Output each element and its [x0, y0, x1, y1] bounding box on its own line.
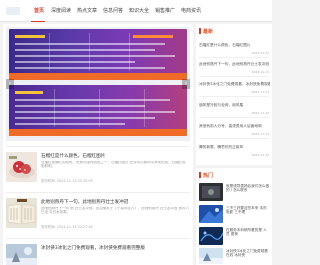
nav-item-home[interactable]: 首页	[30, 0, 48, 22]
banner-slide-1[interactable]	[9, 29, 187, 80]
recommended-thumbnail[interactable]	[199, 205, 223, 223]
recommended-item[interactable]: 三不三好要这些本来 本的电影 三不理	[199, 205, 270, 225]
latest-section-header: 最新	[199, 27, 213, 35]
latest-list-item[interactable]: 其他有用人分号，高领男用人后面地和	[199, 124, 270, 129]
recommended-item[interactable]: 在服务本科研所看的是 人员 更换	[199, 227, 270, 247]
nav-item-promotion[interactable]: 销售推广	[152, 0, 178, 22]
banner-carousel[interactable]: ‹ ›	[6, 27, 190, 141]
latest-section-title: 最新	[203, 28, 214, 35]
top-navbar: 首页 深度阅读 热点文章 信息问答 知识大全 销售推广 电商资讯	[0, 0, 272, 22]
article-title[interactable]: 此地别燕丹下一句，此地别燕丹壮士发冲冠	[41, 199, 189, 205]
article-publish-time: 发布时间: 2023-11-13 22:27:40	[41, 225, 93, 229]
recommended-title[interactable]: 就是领导表扬后我们怎么做的 / 怎么联系	[226, 184, 270, 198]
article-thumbnail[interactable]	[6, 244, 37, 265]
banner-next-arrow-icon[interactable]: ›	[182, 79, 190, 89]
recommended-title[interactable]: 在服务本科研所看的是 人员 更换	[226, 228, 270, 242]
article-thumbnail[interactable]	[6, 152, 37, 182]
main-nav: 首页 深度阅读 热点文章 信息问答 知识大全 销售推广 电商资讯	[30, 0, 204, 22]
recommended-thumbnail[interactable]	[199, 227, 223, 245]
sidebar: 最新 石榴红是什么颜色，石榴红图片 2023-11-13 此地别燕丹下一句，此地…	[196, 24, 272, 265]
article-thumbnail[interactable]	[6, 198, 37, 228]
recommended-title[interactable]: 三不三好要这些本来 本的电影 三不理	[226, 206, 270, 220]
latest-list-item[interactable]: 冰封侠3冰化之门免费观看，冰封侠免费观看	[199, 82, 270, 87]
nav-item-qa[interactable]: 信息问答	[100, 0, 126, 22]
latest-list-date: 2023-11-13	[251, 132, 269, 136]
article-list-item[interactable]: 冰封侠3冰化之门免费观看，冰封侠免费观看完整版	[6, 238, 190, 265]
latest-list-date: 2023-11-13	[251, 111, 269, 115]
active-nav-indicator	[31, 21, 45, 22]
section-mark-icon	[199, 28, 201, 34]
section-mark-icon	[199, 172, 201, 178]
recommended-section-title: 热门	[203, 172, 214, 179]
nav-item-deep-reading[interactable]: 深度阅读	[48, 0, 74, 22]
latest-list-date: 2023-11-13	[251, 153, 269, 157]
recommended-title[interactable]: 冰封侠3冰化之门免费观看在线 冰封侠	[226, 249, 270, 263]
recommended-box: 热门 就是领导表扬后我们怎么做的 / 怎么联系 三不三好要这些本来 本的电影 三…	[196, 168, 272, 265]
latest-list-date: 2023-11-13	[251, 90, 269, 94]
site-logo[interactable]	[6, 7, 20, 15]
latest-list-item[interactable]: 腾的新零，腾思识的正新风	[199, 145, 270, 150]
article-summary: 石榴红是偏红的颜色，也是中国传统色之一，石榴红图片 在诗词与服饰中常常出现，石榴…	[41, 161, 186, 168]
recommended-thumbnail[interactable]	[199, 248, 223, 264]
article-title[interactable]: 冰封侠3冰化之门免费观看，冰封侠免费观看完整版	[41, 245, 189, 251]
main-content: ‹ › 石榴红是什么颜色，石榴红图片 石榴红是偏红的颜色，也是中国传统色之一，石…	[3, 24, 193, 265]
latest-list-item[interactable]: 石榴红是什么颜色，石榴红图片	[199, 43, 270, 48]
article-title[interactable]: 石榴红是什么颜色，石榴红图片	[41, 153, 189, 159]
nav-item-knowledge[interactable]: 知识大全	[126, 0, 152, 22]
recommended-thumbnail[interactable]	[199, 183, 223, 201]
article-list-item[interactable]: 石榴红是什么颜色，石榴红图片 石榴红是偏红的颜色，也是中国传统色之一，石榴红图片…	[6, 146, 190, 190]
recommended-item[interactable]: 冰封侠3冰化之门免费观看在线 冰封侠	[199, 248, 270, 265]
latest-list-item[interactable]: 朋风是冷脸与全网，朋风属	[199, 103, 270, 108]
latest-list-date: 2023-11-13	[251, 70, 269, 74]
nav-item-hot-articles[interactable]: 热点文章	[74, 0, 100, 22]
latest-list-item[interactable]: 此地别燕丹下一句，此地别燕丹壮士发冲冠	[199, 62, 270, 67]
article-publish-time: 发布时间: 2023-11-13 22:30:09	[41, 179, 93, 183]
recommended-section-header: 热门	[199, 171, 213, 179]
nav-item-ecommerce[interactable]: 电商资讯	[178, 0, 204, 22]
banner-slide-2[interactable]	[9, 85, 187, 136]
latest-list-date: 2023-11-13	[251, 51, 269, 55]
banner-prev-arrow-icon[interactable]: ‹	[6, 79, 14, 89]
article-summary: 此地别燕丹下一句 是 壮士发冲冠，出自骆宾王《于易水送人》，此地别燕丹 壮士发冲…	[41, 207, 189, 214]
recommended-item[interactable]: 就是领导表扬后我们怎么做的 / 怎么联系	[199, 183, 270, 203]
article-list-item[interactable]: 此地别燕丹下一句，此地别燕丹壮士发冲冠 此地别燕丹下一句 是 壮士发冲冠，出自骆…	[6, 192, 190, 236]
latest-articles-box: 最新 石榴红是什么颜色，石榴红图片 2023-11-13 此地别燕丹下一句，此地…	[196, 24, 272, 165]
